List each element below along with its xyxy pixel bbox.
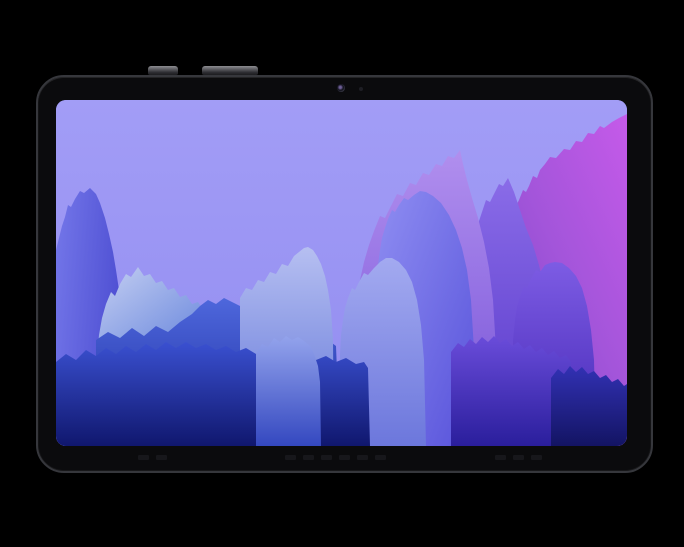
volume-rocker-button xyxy=(202,66,258,75)
light-sensor-icon xyxy=(359,87,363,91)
front-left-folds xyxy=(56,342,370,446)
bottom-grille-left xyxy=(138,455,167,460)
power-button xyxy=(148,66,178,75)
front-camera-icon xyxy=(337,84,345,92)
product-photo-stage xyxy=(0,0,684,547)
bottom-grille-right xyxy=(495,455,542,460)
bottom-grille-center xyxy=(285,455,386,460)
wallpaper-art xyxy=(56,100,627,446)
tablet-device xyxy=(36,75,653,473)
tablet-screen xyxy=(56,100,627,446)
steel-fold xyxy=(256,336,321,446)
